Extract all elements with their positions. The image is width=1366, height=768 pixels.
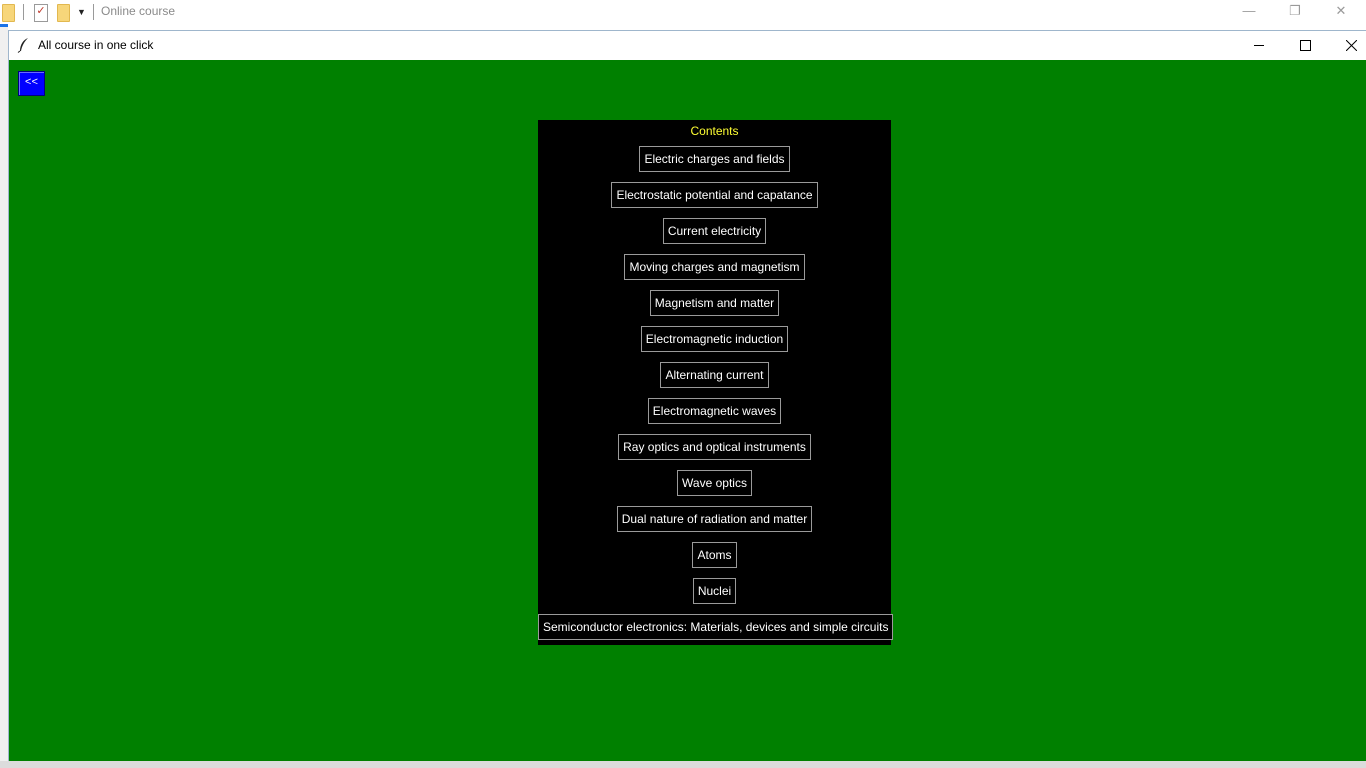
maximize-icon	[1300, 40, 1311, 51]
topic-button[interactable]: Semiconductor electronics: Materials, de…	[538, 614, 894, 640]
topic-button[interactable]: Dual nature of radiation and matter	[616, 506, 813, 532]
contents-panel: Contents Electric charges and fields Ele…	[538, 120, 894, 645]
topic-button[interactable]: Electric charges and fields	[639, 146, 790, 172]
background-window-edge	[0, 24, 8, 768]
topic-button[interactable]: Current electricity	[662, 218, 767, 244]
toolbar-separator	[23, 4, 24, 20]
topic-button[interactable]: Electrostatic potential and capatance	[611, 182, 818, 208]
app-window: All course in one click << Contents Elec…	[8, 30, 1366, 761]
background-window-bottom	[0, 761, 1366, 768]
topic-button[interactable]: Atoms	[692, 542, 737, 568]
topic-button[interactable]: Moving charges and magnetism	[624, 254, 805, 280]
maximize-button[interactable]	[1283, 31, 1329, 60]
close-icon[interactable]: ✕	[1319, 2, 1363, 22]
topic-button[interactable]: Ray optics and optical instruments	[618, 434, 811, 460]
contents-list: Electric charges and fields Electrostati…	[538, 146, 894, 650]
topic-button[interactable]: Magnetism and matter	[649, 290, 780, 316]
background-window-titlebar: ✓ ▼ Online course — ❐ ✕	[0, 0, 1366, 24]
close-icon	[1346, 40, 1357, 51]
topic-button[interactable]: Wave optics	[677, 470, 752, 496]
close-button[interactable]	[1329, 31, 1366, 60]
topic-button[interactable]: Electromagnetic induction	[640, 326, 789, 352]
toolbar-separator	[93, 4, 94, 20]
app-content-area: << Contents Electric charges and fields …	[9, 60, 1366, 761]
back-button[interactable]: <<	[18, 71, 45, 96]
feather-icon	[17, 38, 28, 53]
background-window-title: Online course	[101, 4, 176, 18]
minimize-icon	[1254, 45, 1264, 46]
chevron-down-icon[interactable]: ▼	[77, 4, 86, 20]
app-window-title: All course in one click	[38, 38, 154, 52]
app-titlebar[interactable]: All course in one click	[9, 31, 1366, 60]
topic-button[interactable]: Nuclei	[692, 578, 737, 604]
new-folder-icon[interactable]	[57, 4, 70, 22]
properties-icon[interactable]: ✓	[34, 4, 48, 22]
contents-heading: Contents	[690, 124, 739, 138]
folder-icon[interactable]	[2, 4, 15, 22]
restore-icon[interactable]: ❐	[1273, 2, 1317, 22]
topic-button[interactable]: Electromagnetic waves	[647, 398, 782, 424]
topic-button[interactable]: Alternating current	[660, 362, 769, 388]
minimize-icon[interactable]: —	[1227, 2, 1271, 22]
minimize-button[interactable]	[1237, 31, 1283, 60]
